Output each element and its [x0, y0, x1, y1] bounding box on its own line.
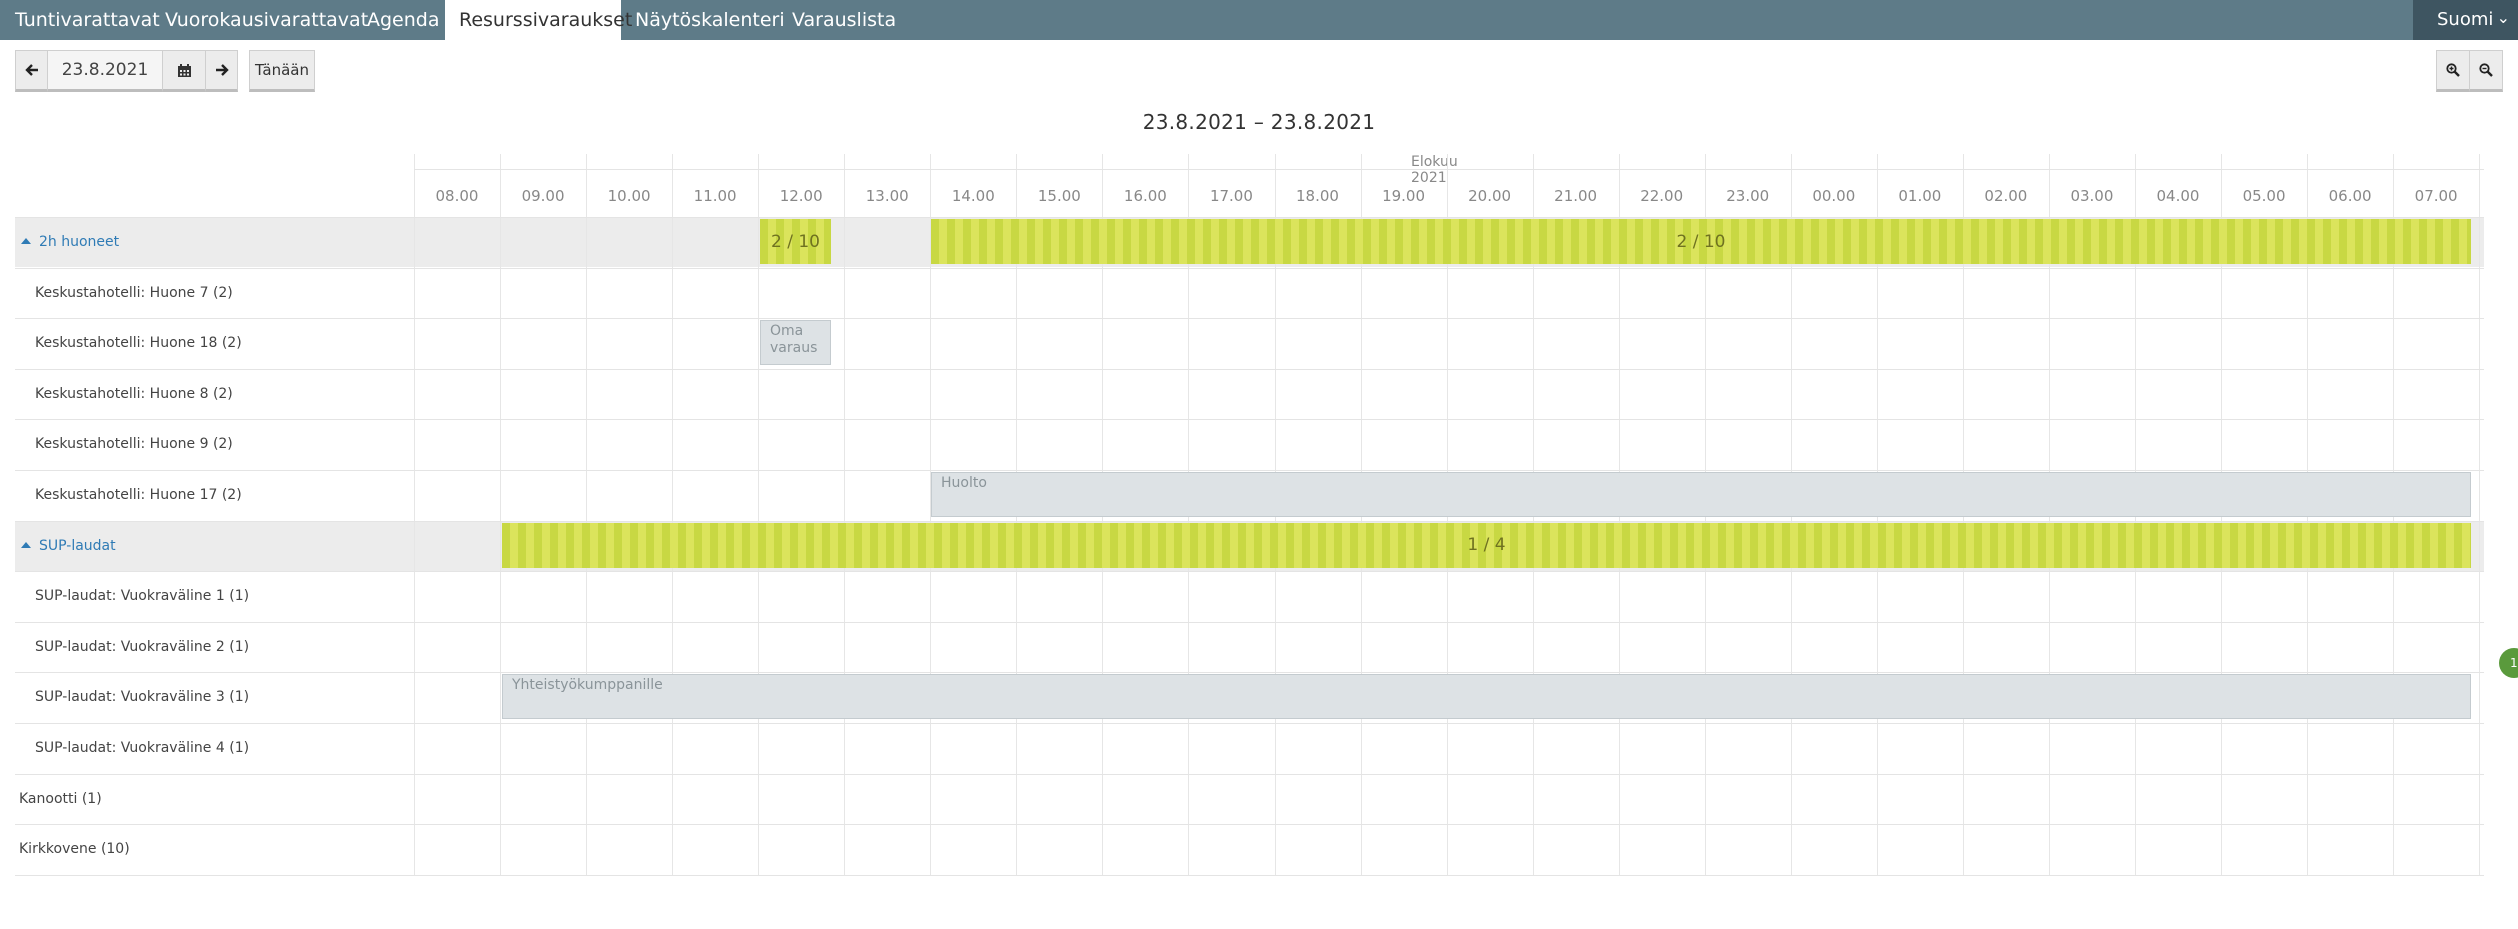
resource-row-label: Keskustahotelli: Huone 8 (2)	[35, 385, 233, 402]
resource-row-label: Kanootti (1)	[19, 790, 102, 807]
top-navigation: Tuntivarattavat Vuorokausivarattavat Age…	[0, 0, 2518, 40]
occupancy-bar[interactable]: 2 / 10	[931, 219, 2471, 264]
zoom-out-button[interactable]	[2469, 50, 2503, 92]
tab-agenda[interactable]: Agenda	[367, 0, 440, 40]
hour-header: 15.00	[1037, 187, 1081, 205]
hour-header: 04.00	[2156, 187, 2200, 205]
language-label: Suomi	[2437, 9, 2494, 30]
hour-header: 01.00	[1898, 187, 1942, 205]
tab-naytoskalenteri[interactable]: Näytöskalenteri	[635, 0, 785, 40]
resource-group-toggle[interactable]: SUP-laudat	[21, 538, 116, 554]
grid-row-line	[15, 470, 2484, 471]
hour-header: 05.00	[2242, 187, 2286, 205]
hour-header: 17.00	[1209, 187, 1253, 205]
grid-column-line	[586, 154, 587, 875]
chevron-down-icon: ⌄	[2496, 8, 2510, 27]
resource-row-label: SUP-laudat: Vuokraväline 2 (1)	[35, 638, 250, 655]
hour-header: 18.00	[1296, 187, 1339, 205]
hour-header: 07.00	[2414, 187, 2458, 205]
hour-header: 10.00	[607, 187, 651, 205]
calendar-picker-button[interactable]	[162, 50, 206, 92]
calendar-icon	[177, 63, 191, 77]
grid-column-line	[844, 154, 845, 875]
caret-up-icon	[21, 541, 31, 548]
grid-row-line	[15, 318, 2484, 319]
grid-column-line	[2479, 154, 2480, 875]
resource-row-label: Keskustahotelli: Huone 18 (2)	[35, 335, 242, 352]
tab-vuorokausivarattavat[interactable]: Vuorokausivarattavat	[165, 0, 368, 40]
caret-up-icon	[21, 238, 31, 244]
hour-header: 00.00	[1812, 187, 1856, 205]
previous-day-button[interactable]	[15, 50, 48, 92]
grid-row-line	[15, 571, 2484, 572]
resource-row-label: Keskustahotelli: Huone 7 (2)	[35, 284, 233, 301]
resource-row-label: Keskustahotelli: Huone 17 (2)	[35, 487, 242, 503]
grid-row-line	[15, 723, 2484, 724]
hour-header: 02.00	[1984, 187, 2028, 205]
hour-header: 16.00	[1123, 187, 1167, 205]
date-range-title: 23.8.2021 – 23.8.2021	[1142, 110, 1376, 134]
resource-row-label: Kirkkovene (10)	[19, 841, 130, 858]
hour-header: 14.00	[951, 187, 995, 205]
hour-header: 06.00	[2328, 187, 2372, 205]
grid-column-line	[758, 154, 759, 875]
grid-row-line	[15, 824, 2484, 825]
hour-header: 09.00	[521, 187, 565, 205]
grid-column-line	[672, 154, 673, 875]
resource-group-label: 2h huoneet	[39, 234, 120, 250]
hour-header: 03.00	[2070, 187, 2114, 205]
occupancy-bar[interactable]: 1 / 4	[502, 522, 2471, 568]
reservation-block[interactable]: Yhteistyökumppanille	[502, 674, 2471, 720]
header-divider	[414, 169, 2484, 170]
hour-header: 12.00	[779, 187, 823, 205]
grid-column-line	[500, 154, 501, 875]
hour-header: 22.00	[1640, 187, 1684, 205]
reservation-block[interactable]: Oma varaus	[760, 320, 831, 366]
grid-column-line	[414, 154, 415, 875]
hour-header: 19.00	[1382, 187, 1426, 205]
hour-header: 13.00	[865, 187, 909, 205]
grid-row-line	[15, 268, 2484, 269]
language-selector[interactable]: Suomi ⌄	[2413, 0, 2518, 40]
tab-varauslista[interactable]: Varauslista	[792, 0, 896, 40]
resource-row-label: SUP-laudat: Vuokraväline 1 (1)	[35, 588, 250, 605]
resource-group-toggle[interactable]: 2h huoneet	[21, 234, 119, 250]
grid-row-line	[15, 672, 2484, 673]
resource-group-label: SUP-laudat	[39, 537, 116, 554]
zoom-in-button[interactable]	[2436, 50, 2470, 92]
tab-resurssivaraukset[interactable]: Resurssivaraukset	[445, 0, 632, 40]
grid-row-line	[15, 369, 2484, 370]
resource-row-label: Keskustahotelli: Huone 9 (2)	[35, 436, 233, 453]
resource-row-label: SUP-laudat: Vuokraväline 3 (1)	[35, 689, 250, 706]
zoom-in-icon	[2446, 63, 2460, 77]
reservation-block[interactable]: Huolto	[931, 472, 2471, 517]
hour-header: 08.00	[435, 187, 479, 205]
month-label: Elokuu 2021	[1411, 154, 1458, 186]
arrow-left-icon	[24, 64, 38, 76]
tab-tuntivarattavat[interactable]: Tuntivarattavat	[15, 0, 160, 40]
occupancy-bar[interactable]: 2 / 10	[760, 219, 831, 264]
hour-header: 20.00	[1468, 187, 1512, 205]
arrow-right-icon	[215, 64, 229, 76]
hour-header: 21.00	[1554, 187, 1598, 205]
today-button[interactable]: Tänään	[249, 50, 315, 92]
zoom-out-icon	[2479, 63, 2493, 77]
grid-row-line	[15, 774, 2484, 775]
hour-header: 11.00	[693, 187, 737, 205]
grid-row-line	[15, 419, 2484, 420]
next-day-button[interactable]	[205, 50, 238, 92]
date-input[interactable]: 23.8.2021	[47, 50, 163, 92]
hour-header: 23.00	[1726, 187, 1770, 205]
grid-row-line	[15, 875, 2484, 876]
grid-row-line	[15, 217, 2484, 218]
resource-row-label: SUP-laudat: Vuokraväline 4 (1)	[35, 740, 250, 756]
grid-row-line	[15, 622, 2484, 623]
notification-badge[interactable]: 1	[2499, 648, 2518, 678]
